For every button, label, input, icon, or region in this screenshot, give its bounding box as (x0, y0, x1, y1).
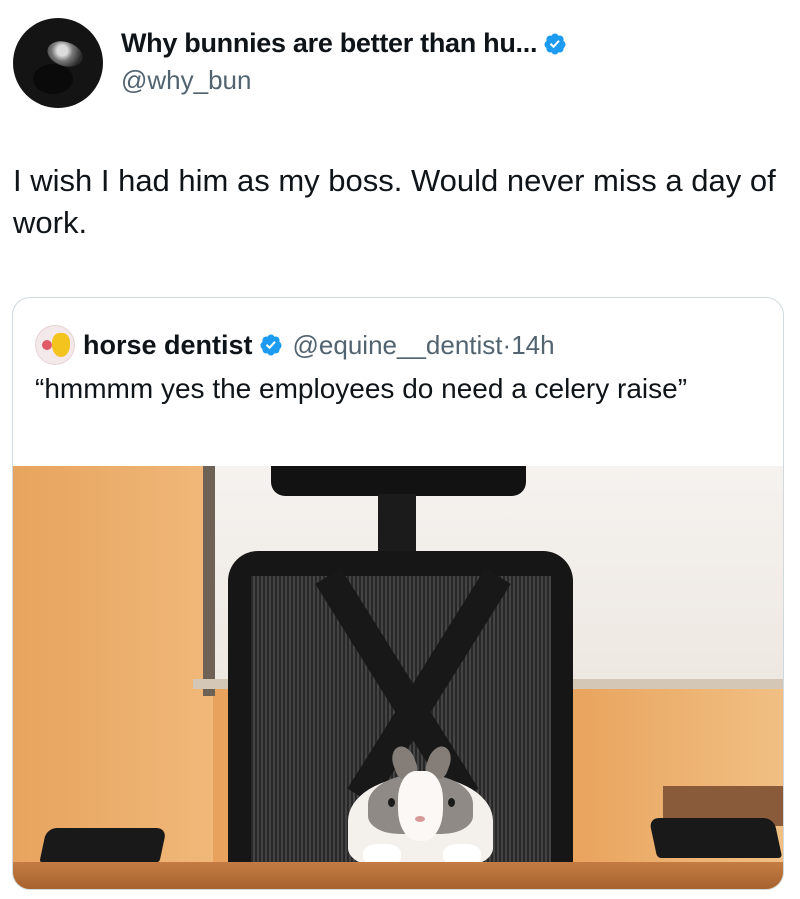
quote-media-image[interactable] (13, 466, 783, 889)
author-avatar[interactable] (13, 18, 103, 108)
author-name-row: Why bunnies are better than hu... (121, 28, 567, 59)
bunny-figure (338, 736, 503, 866)
verified-badge-icon (544, 33, 566, 54)
quote-header: horse dentist @equine__dentist·14h (35, 325, 555, 365)
quote-author-display-name[interactable]: horse dentist (83, 330, 253, 361)
quote-tweet-card[interactable]: horse dentist @equine__dentist·14h “hmmm… (12, 297, 784, 890)
quote-author-avatar[interactable] (35, 325, 75, 365)
quote-text: “hmmmm yes the employees do need a celer… (35, 373, 688, 404)
author-handle[interactable]: @why_bun (121, 65, 567, 96)
post-text: I wish I had him as my boss. Would never… (13, 163, 776, 240)
quote-timestamp[interactable]: 14h (511, 330, 554, 360)
meta-separator: · (502, 329, 512, 360)
author-display-name[interactable]: Why bunnies are better than hu... (121, 28, 537, 59)
author-names: Why bunnies are better than hu... @why_b… (121, 28, 567, 96)
post-header: Why bunnies are better than hu... @why_b… (13, 18, 567, 108)
verified-badge-icon (260, 334, 282, 356)
quote-author-handle[interactable]: @equine__dentist·14h (293, 330, 555, 361)
